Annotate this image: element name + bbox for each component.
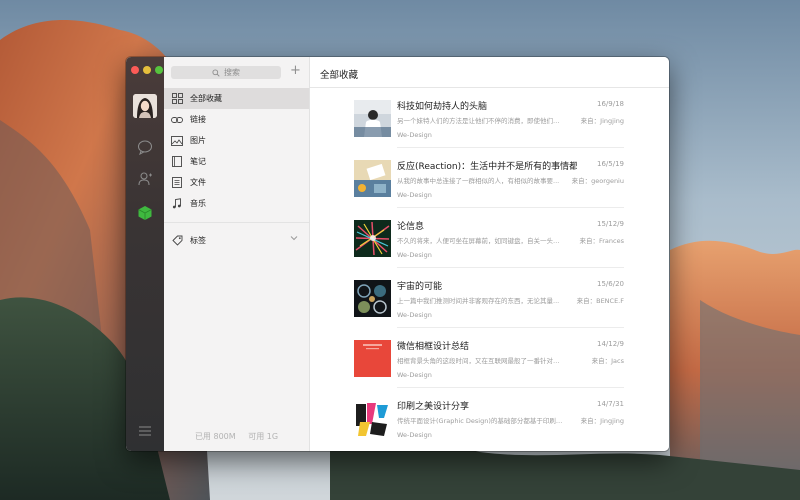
article-source: We-Design: [397, 371, 432, 379]
article-source: We-Design: [397, 431, 432, 439]
article-title: 微信相框设计总结: [397, 342, 470, 352]
sidebar-item-files[interactable]: 文件: [164, 172, 309, 193]
contacts-icon[interactable]: [135, 169, 155, 189]
sidebar-item-all-favorites[interactable]: 全部收藏: [164, 88, 309, 109]
article-date: 14/7/31: [597, 400, 624, 408]
add-button[interactable]: +: [290, 63, 301, 79]
note-icon: [170, 155, 184, 169]
article-thumbnail: [354, 340, 391, 377]
sidebar-item-links[interactable]: 链接: [164, 109, 309, 130]
sidebar-item-music[interactable]: 音乐: [164, 193, 309, 214]
article-thumbnail: [354, 280, 391, 317]
sidebar-item-label: 链接: [190, 115, 206, 124]
article-author: 来自：Jacs: [591, 357, 624, 365]
article-source: We-Design: [397, 131, 432, 139]
maximize-window-button[interactable]: [155, 66, 163, 74]
article-title: 印刷之美设计分享: [397, 402, 470, 412]
article-summary: 不久的将来，人便可坐在屏幕前，如同键盘，自关一头每...: [397, 237, 565, 245]
article-source: We-Design: [397, 251, 432, 259]
storage-info: 已用 800M 可用 1G: [164, 431, 309, 442]
chat-icon[interactable]: [135, 137, 155, 157]
list-item[interactable]: 科技如何劫持人的头脑 16/9/18 另一个妹特人们的方法是让他们不停的消费，即…: [354, 88, 624, 148]
sidebar-item-label: 文件: [190, 178, 206, 187]
article-title: 宇宙的可能: [397, 282, 443, 292]
chevron-down-icon[interactable]: [290, 234, 298, 243]
link-icon: [170, 113, 184, 127]
storage-used: 已用 800M: [194, 432, 236, 441]
article-summary: 上一篇中我们推测时间并非客观存在的东西，无论其量...: [397, 297, 560, 305]
article-date: 14/12/9: [597, 340, 624, 348]
music-icon: [170, 197, 184, 211]
sidebar-item-label: 笔记: [190, 157, 206, 166]
minimize-window-button[interactable]: [143, 66, 151, 74]
article-author: 来自：Jingjing: [580, 417, 624, 425]
article-date: 16/5/19: [597, 160, 624, 168]
article-source: We-Design: [397, 191, 432, 199]
list-item[interactable]: 微信相框设计总结 14/12/9 相框背景头角的这段时间，又在互联网最般了一番针…: [354, 328, 624, 388]
sidebar-item-notes[interactable]: 笔记: [164, 151, 309, 172]
sidebar-item-label: 音乐: [190, 199, 206, 208]
page-title: 全部收藏: [320, 70, 359, 81]
grid-icon: [170, 92, 184, 106]
image-icon: [170, 134, 184, 148]
article-date: 16/9/18: [597, 100, 624, 108]
article-title: 科技如何劫持人的头脑: [397, 102, 488, 112]
article-summary: 传统平面设计(Graphic Design)的基础部分都基于印刷的设...: [397, 417, 565, 425]
avatar[interactable]: [133, 94, 157, 118]
article-thumbnail: [354, 160, 391, 197]
article-author: 来自：Jingjing: [580, 117, 624, 125]
favorites-list-panel: 全部收藏 科技如何劫持人的头脑 16/9/18 另一个妹特人们的方法是让他们不停…: [310, 57, 669, 451]
favorites-sidebar: 搜索 + 全部收藏 链接 图片 笔记 文件 音乐 标签 已用 800M 可用 1…: [164, 57, 310, 451]
file-icon: [170, 176, 184, 190]
tag-icon: [170, 234, 184, 248]
close-window-button[interactable]: [131, 66, 139, 74]
sidebar-item-images[interactable]: 图片: [164, 130, 309, 151]
article-author: 来自：Frances: [579, 237, 624, 245]
article-author: 来自：BENCE.F: [576, 297, 624, 305]
article-summary: 相框背景头角的这段时间，又在互联网最般了一番针对大...: [397, 357, 565, 365]
search-placeholder: 搜索: [224, 68, 240, 77]
sidebar-divider: [164, 222, 309, 223]
article-thumbnail: [354, 400, 391, 437]
article-title: 论信息: [397, 222, 425, 232]
sidebar-item-label: 标签: [190, 236, 206, 245]
sidebar-item-label: 图片: [190, 136, 206, 145]
article-thumbnail: [354, 220, 391, 257]
sidebar-item-tags[interactable]: 标签: [164, 230, 309, 251]
article-summary: 从我的故事中总连接了一群相似的人，有相似的故事要...: [397, 177, 560, 185]
sidebar-item-label: 全部收藏: [190, 94, 222, 103]
favorites-cube-icon[interactable]: [135, 203, 155, 223]
menu-icon[interactable]: [135, 421, 155, 441]
article-summary: 另一个妹特人们的方法是让他们不停的消费，即使他们没...: [397, 117, 565, 125]
article-author: 来自：georgeniu: [571, 177, 624, 185]
search-icon: [212, 68, 220, 77]
article-title: 反应(Reaction)：生活中并不是所有的事情都那...: [397, 162, 577, 172]
article-source: We-Design: [397, 311, 432, 319]
article-date: 15/6/20: [597, 280, 624, 288]
storage-available: 可用 1G: [248, 432, 279, 441]
search-input[interactable]: 搜索: [171, 66, 281, 79]
list-item[interactable]: 印刷之美设计分享 14/7/31 传统平面设计(Graphic Design)的…: [354, 388, 624, 448]
list-item[interactable]: 反应(Reaction)：生活中并不是所有的事情都那... 16/5/19 从我…: [354, 148, 624, 208]
app-window: 搜索 + 全部收藏 链接 图片 笔记 文件 音乐 标签 已用 800M 可用 1…: [126, 57, 669, 451]
list-item[interactable]: 宇宙的可能 15/6/20 上一篇中我们推测时间并非客观存在的东西，无论其量..…: [354, 268, 624, 328]
article-thumbnail: [354, 100, 391, 137]
app-rail: [126, 57, 164, 451]
article-date: 15/12/9: [597, 220, 624, 228]
list-item[interactable]: 论信息 15/12/9 不久的将来，人便可坐在屏幕前，如同键盘，自关一头每...…: [354, 208, 624, 268]
